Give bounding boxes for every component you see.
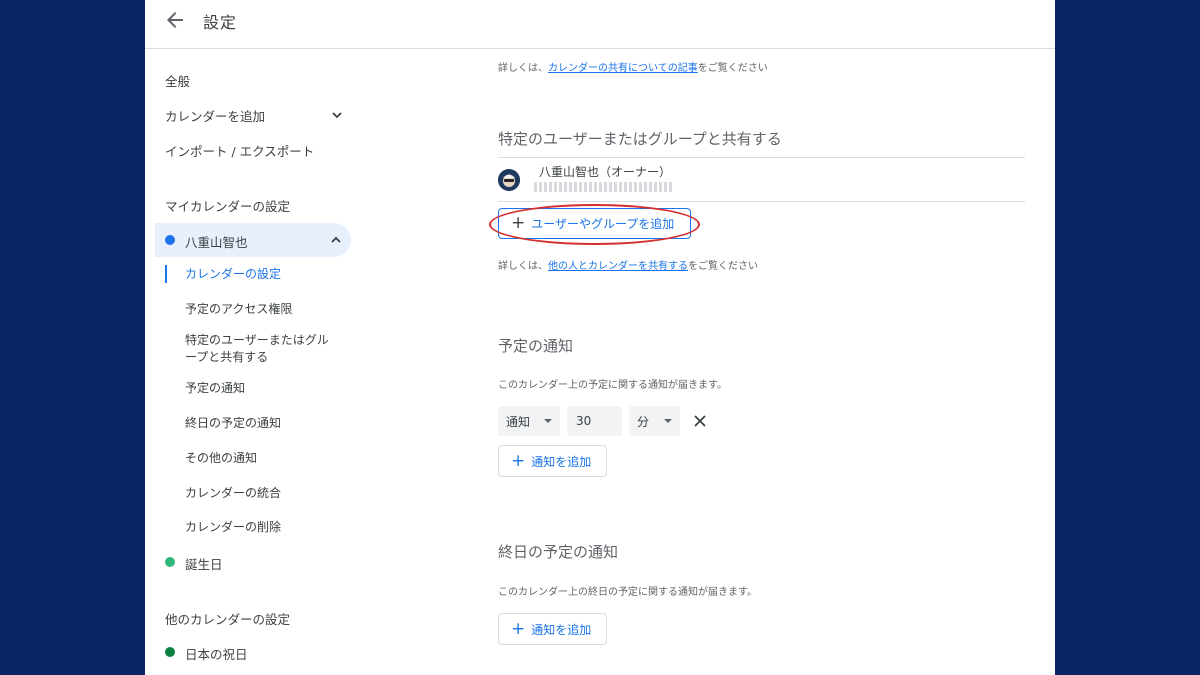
calendar-name: 八重山智也 <box>185 235 248 250</box>
share-section-title: 特定のユーザーまたはグループと共有する <box>498 130 782 148</box>
notification-time-value: 30 <box>576 414 592 428</box>
sidebar-item-holidays[interactable]: 日本の祝日 <box>155 635 351 669</box>
page-title: 設定 <box>203 13 238 32</box>
share-help-link[interactable]: 他の人とカレンダーを共有する <box>548 261 688 272</box>
settings-sidebar: 全般 カレンダーを追加 インポート / エクスポート マイカレンダーの設定 八重… <box>145 49 360 675</box>
calendar-color-dot <box>165 557 175 567</box>
chevron-down-icon[interactable] <box>330 108 344 122</box>
remove-notification-button[interactable] <box>693 413 707 432</box>
sidebar-sub-allday-notifications[interactable]: 終日の予定の通知 <box>185 414 281 432</box>
sidebar-sub-other-notifications[interactable]: その他の通知 <box>185 449 257 467</box>
dropdown-arrow-icon <box>544 419 552 423</box>
back-button[interactable] <box>163 8 187 32</box>
notification-unit-select[interactable]: 分 <box>629 406 680 436</box>
owner-name: 八重山智也（オーナー） <box>539 165 672 179</box>
note-suffix: をご覧ください <box>688 261 758 272</box>
add-people-label: ユーザーやグループを追加 <box>531 217 675 231</box>
note-prefix: 詳しくは、 <box>498 63 548 74</box>
allday-notifications-description: このカレンダー上の終日の予定に関する通知が届きます。 <box>498 587 757 598</box>
sidebar-sub-integrate-calendar[interactable]: カレンダーの統合 <box>185 484 281 502</box>
add-people-button[interactable]: + ユーザーやグループを追加 <box>498 208 691 239</box>
settings-window: 設定 全般 カレンダーを追加 インポート / エクスポート マイカレンダーの設定… <box>145 0 1055 675</box>
sidebar-sub-access-permissions[interactable]: 予定のアクセス権限 <box>185 300 292 318</box>
other-calendars-heading: 他のカレンダーの設定 <box>165 612 291 627</box>
sidebar-sub-share-line1: 特定のユーザーまたはグル <box>185 333 329 347</box>
sidebar-sub-share-line2: ープと共有する <box>185 350 269 364</box>
event-notifications-description: このカレンダー上の予定に関する通知が届きます。 <box>498 380 727 391</box>
note-suffix: をご覧ください <box>697 63 768 74</box>
my-calendars-heading: マイカレンダーの設定 <box>165 199 291 214</box>
sharing-article-note: 詳しくは、カレンダーの共有についての記事をご覧ください <box>498 59 768 74</box>
add-notification-button[interactable]: + 通知を追加 <box>498 445 607 477</box>
avatar <box>498 169 520 191</box>
notification-method-select[interactable]: 通知 <box>498 406 560 436</box>
dropdown-arrow-icon <box>664 419 672 423</box>
arrow-back-icon <box>167 12 183 28</box>
calendar-name: 日本の祝日 <box>185 647 248 662</box>
plus-icon: + <box>511 213 526 233</box>
allday-notifications-title: 終日の予定の通知 <box>498 543 619 561</box>
sidebar-item-import-export[interactable]: インポート / エクスポート <box>165 141 314 160</box>
add-notification-label: 通知を追加 <box>531 454 592 469</box>
chevron-up-icon[interactable] <box>329 233 343 247</box>
divider <box>498 157 1025 158</box>
note-prefix: 詳しくは、 <box>498 261 548 272</box>
sidebar-sub-event-notifications[interactable]: 予定の通知 <box>185 379 245 397</box>
notification-unit-value: 分 <box>637 414 650 429</box>
active-indicator <box>165 265 167 283</box>
sharing-article-link[interactable]: カレンダーの共有についての記事 <box>548 63 698 74</box>
notification-time-input[interactable]: 30 <box>567 406 622 436</box>
sidebar-sub-remove-calendar[interactable]: カレンダーの削除 <box>185 518 281 536</box>
settings-main: 詳しくは、カレンダーの共有についての記事をご覧ください 特定のユーザーまたはグル… <box>489 49 1025 675</box>
sidebar-item-general[interactable]: 全般 <box>165 71 190 90</box>
calendar-name: 誕生日 <box>185 557 223 572</box>
sidebar-item-add-calendar[interactable]: カレンダーを追加 <box>165 106 265 125</box>
avatar-image <box>498 169 520 191</box>
owner-email-redacted <box>534 182 674 192</box>
close-icon <box>694 415 706 427</box>
add-allday-notification-button[interactable]: + 通知を追加 <box>498 613 607 645</box>
add-allday-notification-label: 通知を追加 <box>531 622 592 637</box>
plus-icon: + <box>511 618 526 639</box>
calendar-color-dot <box>165 647 175 657</box>
notification-method-value: 通知 <box>506 414 531 429</box>
sidebar-sub-calendar-settings[interactable]: カレンダーの設定 <box>185 265 281 283</box>
event-notifications-title: 予定の通知 <box>498 337 574 355</box>
sidebar-item-birthdays[interactable]: 誕生日 <box>155 545 351 579</box>
calendar-color-dot <box>165 235 175 245</box>
plus-icon: + <box>511 450 526 471</box>
share-help-note: 詳しくは、他の人とカレンダーを共有するをご覧ください <box>498 257 758 272</box>
settings-header: 設定 <box>145 0 1055 49</box>
divider <box>498 201 1025 202</box>
sidebar-item-my-calendar[interactable]: 八重山智也 <box>155 223 351 257</box>
